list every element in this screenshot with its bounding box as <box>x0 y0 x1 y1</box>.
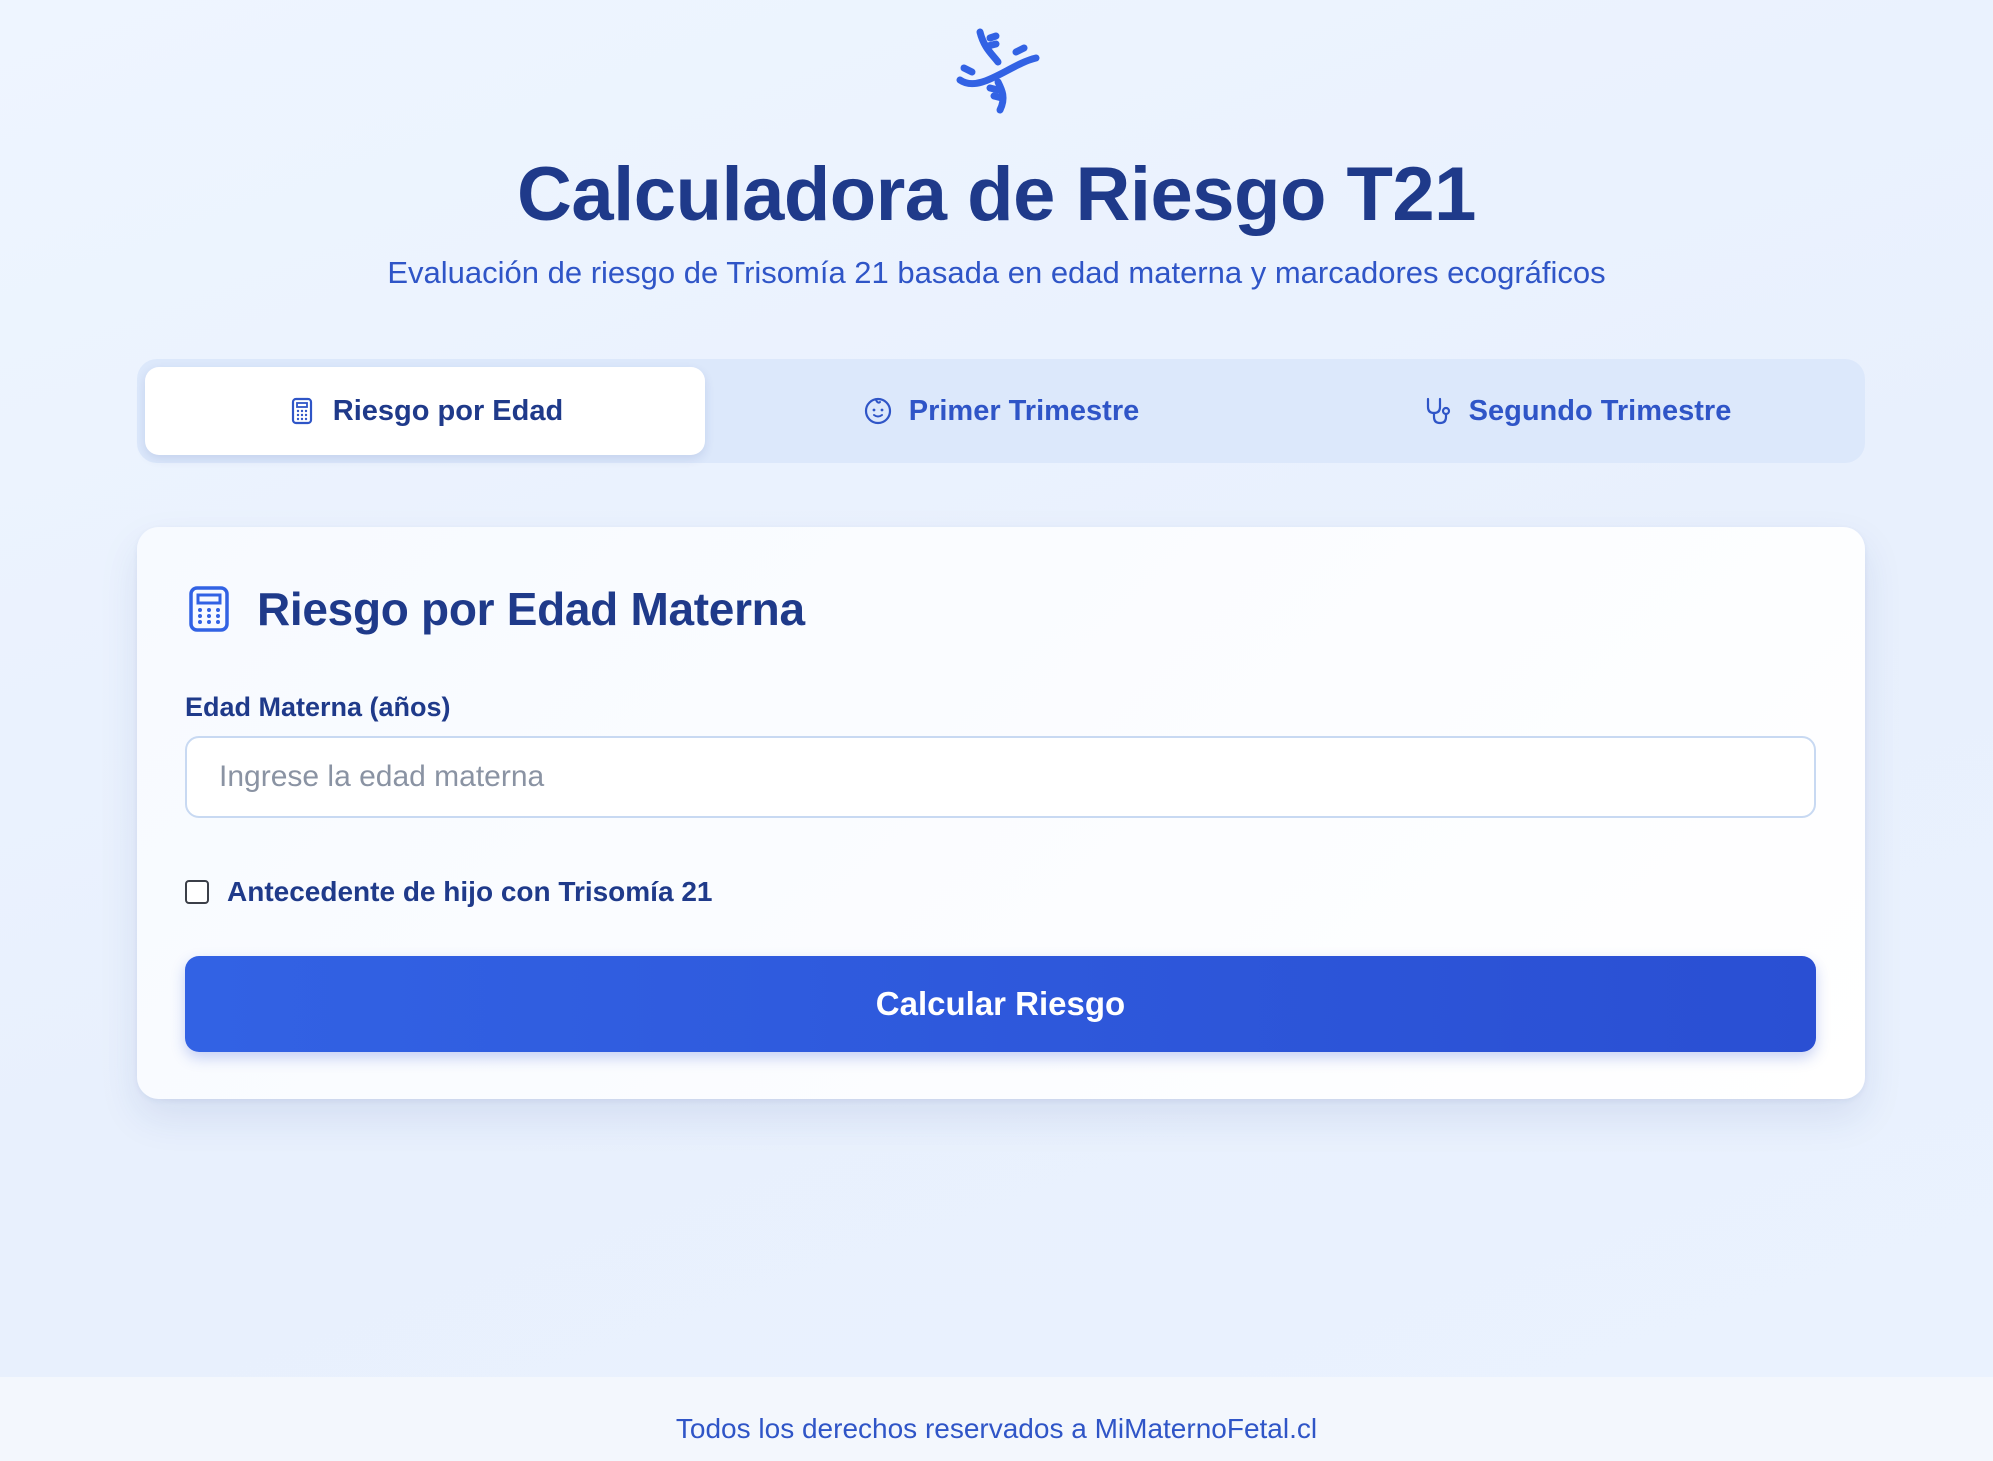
history-checkbox[interactable] <box>185 880 209 904</box>
calculator-icon <box>291 397 312 425</box>
history-checkbox-label[interactable]: Antecedente de hijo con Trisomía 21 <box>227 876 712 908</box>
tab-segundo-trimestre[interactable]: Segundo Trimestre <box>1297 367 1857 455</box>
age-risk-card: Riesgo por Edad Materna Edad Materna (añ… <box>137 527 1865 1099</box>
tab-riesgo-por-edad[interactable]: Riesgo por Edad <box>145 367 705 455</box>
page-subtitle: Evaluación de riesgo de Trisomía 21 basa… <box>387 255 1606 290</box>
age-input[interactable] <box>185 736 1816 818</box>
page-title: Calculadora de Riesgo T21 <box>517 152 1476 237</box>
page-footer: Todos los derechos reservados a MiMatern… <box>0 1377 1993 1461</box>
tab-label: Riesgo por Edad <box>332 394 564 427</box>
dna-icon <box>956 28 1040 114</box>
tab-label: Primer Trimestre <box>908 394 1140 427</box>
calculator-icon <box>189 586 229 632</box>
calculate-risk-button[interactable]: Calcular Riesgo <box>185 956 1816 1052</box>
footer-text: Todos los derechos reservados a MiMatern… <box>675 1413 1318 1444</box>
calculator-tabs: Riesgo por Edad Primer Trimestre Segundo… <box>137 359 1865 463</box>
stethoscope-icon <box>1426 397 1450 425</box>
baby-face-icon <box>864 397 891 425</box>
card-title: Riesgo por Edad Materna <box>257 583 805 635</box>
tab-primer-trimestre[interactable]: Primer Trimestre <box>721 367 1281 455</box>
history-checkbox-row[interactable]: Antecedente de hijo con Trisomía 21 <box>185 872 712 912</box>
age-field-label: Edad Materna (años) <box>185 692 451 722</box>
tab-label: Segundo Trimestre <box>1468 394 1732 427</box>
